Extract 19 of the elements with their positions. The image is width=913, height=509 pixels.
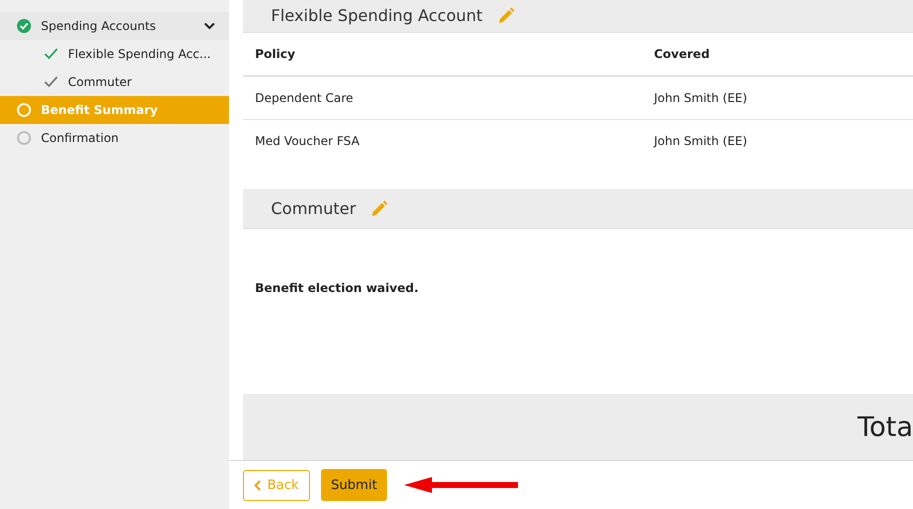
nav-item[interactable]: Flexible Spending Acc... xyxy=(0,40,229,68)
column-header: Policy xyxy=(254,47,296,62)
pencil-icon[interactable] xyxy=(370,200,388,218)
section-title: Commuter xyxy=(271,199,356,218)
table-cell-text: John Smith (EE) xyxy=(652,134,748,148)
table-cell-text: John Smith (EE) xyxy=(652,91,748,106)
submit-button[interactable]: Submit xyxy=(321,469,387,501)
total-label: Tota xyxy=(857,412,913,443)
nav-item[interactable]: Confirmation xyxy=(0,124,229,152)
table-cell-text: Dependent Care xyxy=(254,91,354,106)
nav-item[interactable]: Commuter xyxy=(0,68,229,96)
table-cell-text: Med Voucher FSA xyxy=(254,134,360,148)
message-text: Benefit election waived. xyxy=(255,280,418,295)
section-title: Flexible Spending Account xyxy=(271,6,483,26)
nav-item[interactable]: Spending Accounts xyxy=(0,12,229,40)
chevron-left-icon xyxy=(254,480,262,490)
column-header: Covered xyxy=(653,47,711,62)
pencil-icon[interactable] xyxy=(496,6,515,25)
chevron-icon[interactable] xyxy=(204,22,215,30)
